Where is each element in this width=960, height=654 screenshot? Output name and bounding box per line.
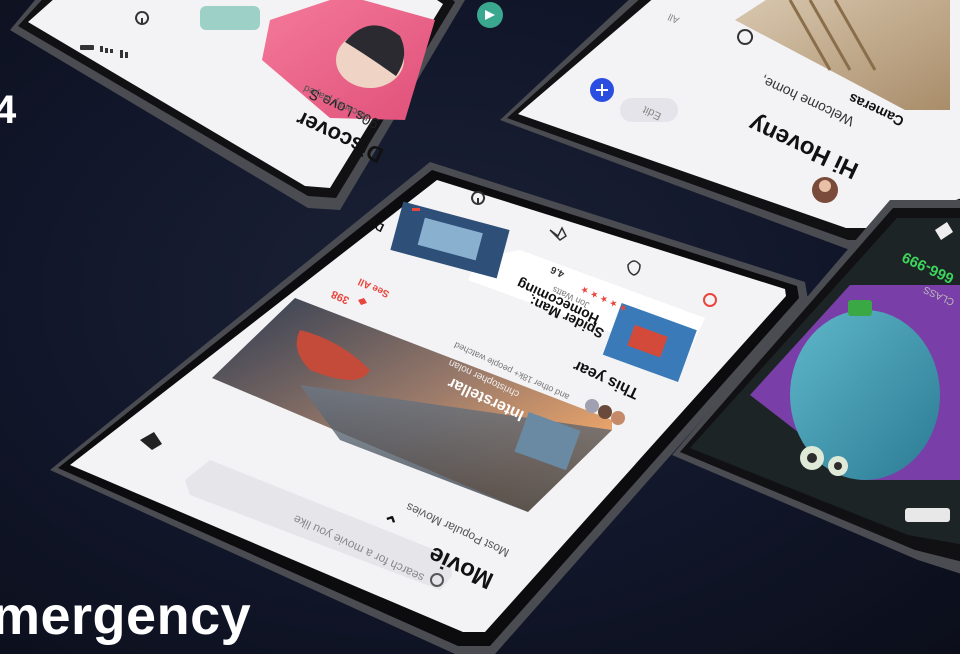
- avatar-face: [819, 180, 831, 192]
- scene-svg: 90s Love S Discover Recently played Edit…: [10, 0, 960, 654]
- caption-top: 4: [0, 88, 17, 132]
- watcher-avatar: [598, 405, 612, 419]
- album-card-small[interactable]: [200, 6, 260, 30]
- watcher-avatar: [611, 411, 625, 425]
- scene: 90s Love S Discover Recently played Edit…: [0, 0, 960, 654]
- game-badge: [848, 300, 872, 316]
- caption-bottom: mergency: [0, 586, 252, 646]
- tablet-movie: search for a movie you like Movie ⌄ Most…: [50, 162, 808, 654]
- monster-pupil-right: [834, 462, 842, 470]
- watcher-avatar: [585, 399, 599, 413]
- game-brand-tag: [905, 508, 950, 522]
- monster-pupil-left: [807, 453, 817, 463]
- side-marker: [412, 208, 420, 211]
